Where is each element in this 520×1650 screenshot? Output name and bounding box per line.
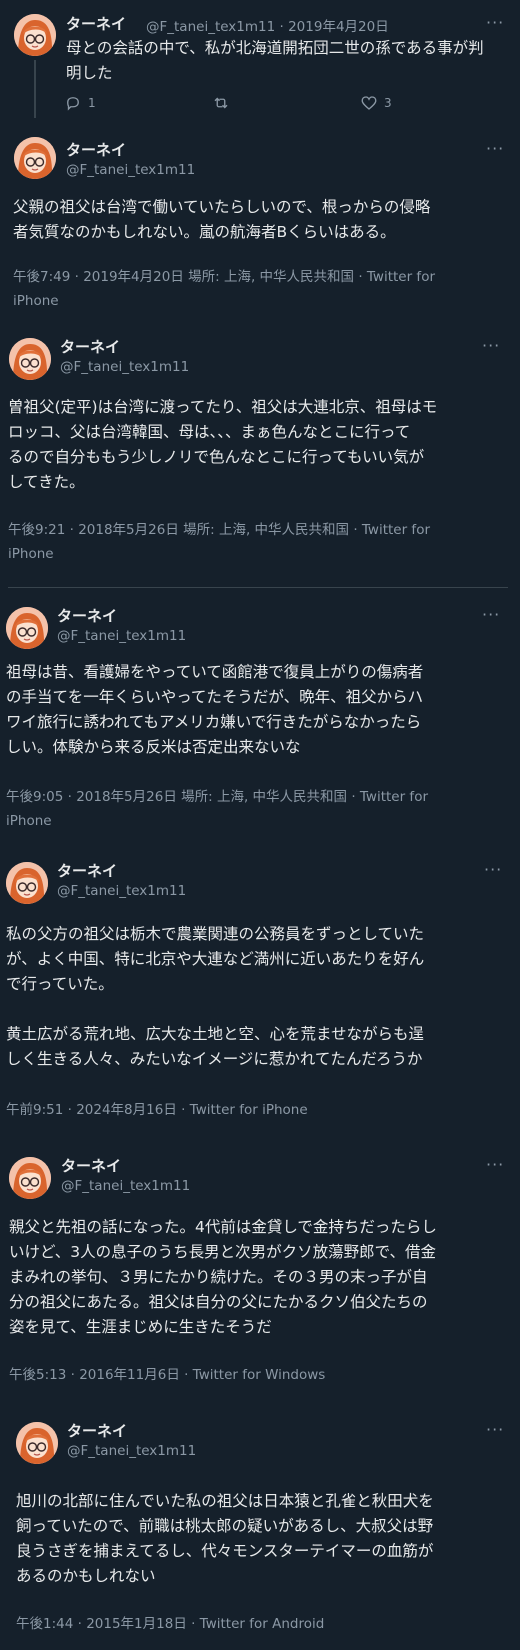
tweet-3[interactable]: ターネイ @F_tanei_tex1m11 ··· 祖母は昔、看護婦をやっていて… — [0, 590, 520, 845]
display-name[interactable]: ターネイ — [57, 605, 117, 626]
handle-and-date[interactable]: @F_tanei_tex1m11 · 2019年4月20日 — [146, 15, 389, 35]
avatar[interactable] — [14, 14, 56, 56]
handle[interactable]: @F_tanei_tex1m11 — [60, 359, 189, 375]
more-options-button[interactable]: ··· — [484, 862, 502, 878]
tweet-meta[interactable]: 午後5:13 · 2016年11月6日 · Twitter for Window… — [9, 1363, 516, 1387]
tweet-1[interactable]: ターネイ @F_tanei_tex1m11 ··· 父親の祖父は台湾で働いていた… — [0, 125, 520, 320]
tweet-meta[interactable]: 午後7:49 · 2019年4月20日 場所: 上海, 中华人民共和国 · Tw… — [13, 265, 513, 313]
tweet-meta[interactable]: 午前9:51 · 2024年8月16日 · Twitter for iPhone — [6, 1098, 516, 1122]
avatar[interactable] — [6, 607, 48, 649]
avatar-illustration — [16, 1422, 58, 1464]
heart-icon — [361, 96, 377, 110]
tweet-text: 私の父方の祖父は栃木で農業関連の公務員をずっとしていた が、よく中国、特に北京や… — [6, 925, 425, 1068]
avatar[interactable] — [9, 338, 51, 380]
avatar[interactable] — [6, 862, 48, 904]
avatar[interactable] — [16, 1422, 58, 1464]
display-name[interactable]: ターネイ — [57, 860, 117, 881]
avatar-illustration — [9, 1157, 51, 1199]
tweet-meta[interactable]: 午後9:05 · 2018年5月26日 場所: 上海, 中华人民共和国 · Tw… — [6, 785, 514, 833]
tweet-meta[interactable]: 午後9:21 · 2018年5月26日 場所: 上海, 中华人民共和国 · Tw… — [8, 518, 513, 566]
handle[interactable]: @F_tanei_tex1m11 — [66, 162, 195, 178]
reply-button[interactable]: 1 — [64, 94, 96, 112]
more-options-button[interactable]: ··· — [482, 607, 500, 623]
retweet-icon — [214, 97, 228, 109]
more-options-button[interactable]: ··· — [486, 141, 504, 157]
more-options-button[interactable]: ··· — [486, 1422, 504, 1438]
tweet-text: 旭川の北部に住んでいた私の祖父は日本猿と孔雀と秋田犬を 飼っていたので、前職は桃… — [16, 1492, 434, 1585]
tweet-divider — [8, 587, 508, 588]
handle[interactable]: @F_tanei_tex1m11 — [61, 1178, 190, 1194]
tweet-text: 母との会話の中で、私が北海道開拓団二世の孫である事が判 明した — [66, 39, 484, 82]
display-name[interactable]: ターネイ — [66, 139, 126, 160]
tweet-2[interactable]: ターネイ @F_tanei_tex1m11 ··· 曽祖父(定平)は台湾に渡って… — [0, 320, 520, 575]
like-count: 3 — [384, 96, 392, 110]
tweet-5[interactable]: ターネイ @F_tanei_tex1m11 ··· 親父と先祖の話になった。4代… — [0, 1135, 520, 1400]
avatar-illustration — [9, 338, 51, 380]
tweet-text: 父親の祖父は台湾で働いていたらしいので、根っからの侵略 者気質なのかもしれない。… — [13, 198, 431, 241]
display-name[interactable]: ターネイ — [66, 13, 126, 34]
tweet-meta[interactable]: 午後1:44 · 2015年1月18日 · Twitter for Androi… — [16, 1612, 516, 1636]
tweet-text: 曽祖父(定平)は台湾に渡ってたり、祖父は大連北京、祖母はモ ロッコ、父は台湾韓国… — [8, 398, 438, 491]
tweet-text: 親父と先祖の話になった。4代前は金貸しで金持ちだったらし いけど、3人の息子のう… — [9, 1218, 437, 1336]
avatar[interactable] — [9, 1157, 51, 1199]
tweet-6[interactable]: ターネイ @F_tanei_tex1m11 ··· 旭川の北部に住んでいた私の祖… — [0, 1400, 520, 1650]
avatar-illustration — [14, 137, 56, 179]
reply-count: 1 — [88, 96, 96, 110]
avatar-illustration — [14, 14, 56, 56]
more-options-button[interactable]: ··· — [482, 338, 500, 354]
more-options-button[interactable]: ··· — [486, 1157, 504, 1173]
display-name[interactable]: ターネイ — [67, 1420, 127, 1441]
avatar-illustration — [6, 607, 48, 649]
reply-icon — [67, 97, 79, 111]
avatar-illustration — [6, 862, 48, 904]
tweet-0[interactable]: ターネイ @F_tanei_tex1m11 · 2019年4月20日 ··· 母… — [0, 0, 520, 125]
thread-connector — [34, 60, 36, 118]
more-options-button[interactable]: ··· — [486, 15, 504, 31]
handle[interactable]: @F_tanei_tex1m11 — [57, 883, 186, 899]
display-name[interactable]: ターネイ — [61, 1155, 121, 1176]
handle[interactable]: @F_tanei_tex1m11 — [67, 1443, 196, 1459]
retweet-button[interactable] — [212, 94, 230, 112]
handle[interactable]: @F_tanei_tex1m11 — [57, 628, 186, 644]
avatar[interactable] — [14, 137, 56, 179]
tweet-text: 祖母は昔、看護婦をやっていて函館港で復員上がりの傷病者 の手当てを一年くらいやっ… — [6, 663, 424, 756]
tweet-4[interactable]: ターネイ @F_tanei_tex1m11 ··· 私の父方の祖父は栃木で農業関… — [0, 845, 520, 1135]
like-button[interactable]: 3 — [360, 94, 392, 112]
display-name[interactable]: ターネイ — [60, 336, 120, 357]
